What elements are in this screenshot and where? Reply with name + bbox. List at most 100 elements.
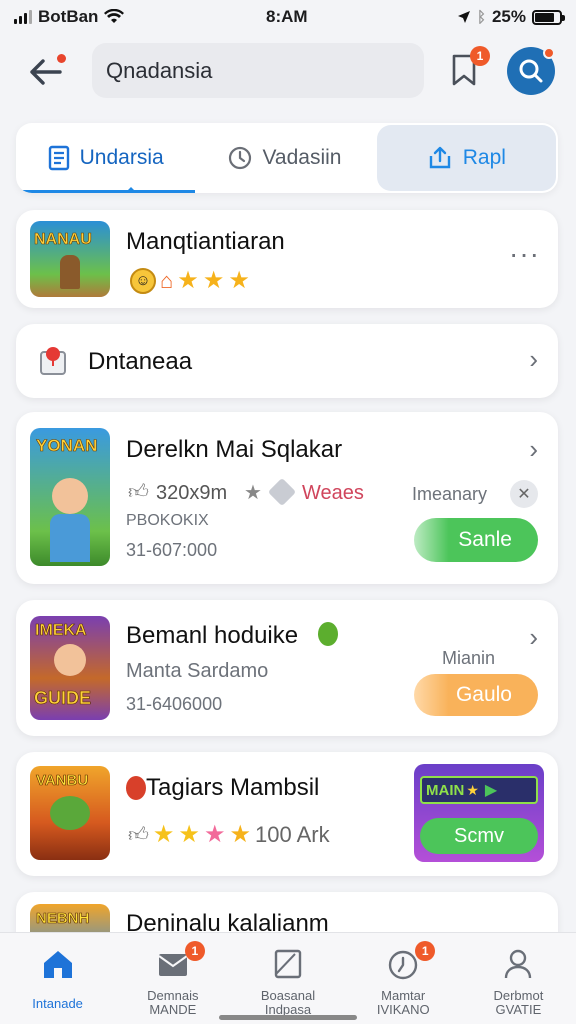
user-search-icon xyxy=(519,59,543,83)
app-card[interactable]: VANBU Tagiars Mambsil 👍︎ ★ ★ ★ ★ 100 Ark… xyxy=(16,752,558,876)
pin-icon xyxy=(40,347,66,375)
avatar-dot xyxy=(543,47,555,59)
home-icon xyxy=(41,945,75,983)
tab-undarsia[interactable]: Undarsia xyxy=(16,123,196,193)
thumbnail-figure xyxy=(52,478,88,514)
nav-label: Intanade xyxy=(32,996,83,1011)
thumbnail-figure-body xyxy=(50,514,90,562)
header: 1 xyxy=(0,40,576,102)
tab-rapl[interactable]: Rapl xyxy=(376,125,556,191)
thumbnail-title: IMEKA xyxy=(35,622,87,640)
star-icon: ★ xyxy=(203,821,226,848)
download-count: 31-6406000 xyxy=(126,694,223,714)
mail-icon: 1 xyxy=(157,941,205,983)
home-badge-icon: ⌂ xyxy=(160,267,174,293)
nav-label: Demnais MANDE xyxy=(147,988,199,1017)
promo-label: MAIN ★ ▶ xyxy=(420,776,538,804)
leaf-icon xyxy=(318,622,338,646)
document-icon xyxy=(48,145,69,171)
rating-row: ☺ ⌂ ★ ★ ★ xyxy=(130,266,250,295)
tab-vadasiin[interactable]: Vadasiin xyxy=(195,123,374,193)
bluetooth-icon: ᛒ xyxy=(476,8,486,26)
notification-dot xyxy=(57,54,66,63)
star-icon: ★ xyxy=(229,821,251,848)
side-label: Imeanary xyxy=(412,484,488,504)
user-icon xyxy=(503,945,533,983)
thumbs-up-icon: 👍︎ xyxy=(128,481,149,503)
location-icon xyxy=(457,11,470,23)
tab-label: Undarsia xyxy=(79,146,164,169)
clock-icon xyxy=(229,146,252,170)
thumbnail-title: NEBNH xyxy=(36,910,90,928)
tag-label: Weaes xyxy=(302,482,364,504)
nav-badge: 1 xyxy=(415,941,436,961)
smiley-icon: ☺ xyxy=(130,267,156,294)
status-bar: BotBan 8:AM ᛒ 25% xyxy=(0,0,576,34)
star-icon: ★ xyxy=(152,821,175,848)
wifi-icon xyxy=(104,9,125,23)
thumbnail-subtitle: GUIDE xyxy=(34,688,92,709)
chevron-right-icon: › xyxy=(529,622,538,652)
rating-text: 100 Ark xyxy=(254,821,330,847)
nav-item-timer[interactable]: 1 Mamtar IVIKANO xyxy=(346,933,461,1024)
promo-text: MAIN xyxy=(426,781,465,799)
avatar[interactable] xyxy=(507,47,555,95)
list-row[interactable]: Dntaneaa › xyxy=(16,324,558,398)
app-thumbnail: IMEKA GUIDE xyxy=(30,616,110,720)
bottom-nav: Intanade 1 Demnais MANDE Boasanal Indpas… xyxy=(0,932,576,1024)
nav-item-home[interactable]: Intanade xyxy=(0,933,115,1024)
side-label: Mianin xyxy=(442,648,496,668)
tab-label: Rapl xyxy=(462,146,506,169)
stats-text: 320x9m xyxy=(156,482,228,504)
thumbnail-title: YONAN xyxy=(36,436,98,456)
thumbnail-title: NANAU xyxy=(34,231,92,249)
star-icon: ★ xyxy=(466,781,479,798)
nav-item-window[interactable]: Boasanal Indpasa xyxy=(230,933,345,1024)
thumbnail-title: VANBU xyxy=(36,772,89,790)
star-icon: ★ xyxy=(177,267,199,294)
scmv-button[interactable]: Scmv xyxy=(420,818,538,854)
chevron-right-icon: › xyxy=(529,344,538,374)
search-input[interactable] xyxy=(92,43,424,98)
more-menu-button[interactable]: ··· xyxy=(509,238,540,270)
app-card[interactable]: IMEKA GUIDE Bemanl hoduike › Manta Sarda… xyxy=(16,600,558,736)
battery-icon xyxy=(532,9,565,25)
arrow-left-icon xyxy=(30,59,62,85)
chevron-right-icon: › xyxy=(529,434,538,464)
tab-bar: Undarsia Vadasiin Rapl xyxy=(16,123,558,193)
tag-icon xyxy=(267,477,297,507)
sanle-button[interactable]: Sanle xyxy=(414,518,538,562)
app-title: Derelkn Mai Sqlakar xyxy=(126,436,343,463)
gaulo-button[interactable]: Gaulo xyxy=(414,674,538,716)
carrier-label: BotBan xyxy=(38,7,99,26)
promo-banner[interactable]: MAIN ★ ▶ Scmv xyxy=(414,764,544,862)
nav-item-mail[interactable]: 1 Demnais MANDE xyxy=(115,933,230,1024)
thumbnail-figure xyxy=(54,644,86,676)
app-title: Tagiars Mambsil xyxy=(146,774,320,801)
tab-label: Vadasiin xyxy=(262,146,342,169)
app-card[interactable]: YONAN Derelkn Mai Sqlakar › 👍︎ 320x9m ★ … xyxy=(16,412,558,584)
app-card[interactable]: NANAU Manqtiantiaran ☺ ⌂ ★ ★ ★ ··· xyxy=(16,210,558,308)
thumbnail-figure xyxy=(60,255,80,289)
download-count: 31-607:000 xyxy=(126,540,218,560)
tools-icon: ✕ xyxy=(510,480,538,508)
nav-item-profile[interactable]: Derbmot GVATIE xyxy=(461,933,576,1024)
star-icon: ★ xyxy=(244,482,262,504)
thumbnail-figure xyxy=(50,796,90,830)
app-thumbnail: VANBU xyxy=(30,766,110,860)
bookmark-button[interactable]: 1 xyxy=(450,46,490,90)
app-thumbnail: YONAN xyxy=(30,428,110,566)
back-button[interactable] xyxy=(24,50,68,94)
home-indicator[interactable] xyxy=(219,1015,357,1020)
window-icon xyxy=(273,945,303,983)
rating-row: 👍︎ ★ ★ ★ ★ 100 Ark xyxy=(128,820,330,849)
signal-icon xyxy=(14,10,32,24)
nav-label: Mamtar IVIKANO xyxy=(376,988,430,1017)
thumbs-up-icon: 👍︎ xyxy=(128,823,149,846)
clock-time: 8:AM xyxy=(266,7,308,26)
star-icon: ★ xyxy=(228,267,250,294)
app-title: Manqtiantiaran xyxy=(126,228,285,255)
app-thumbnail: NANAU xyxy=(30,221,110,297)
battery-percent: 25% xyxy=(491,7,526,26)
nav-badge: 1 xyxy=(184,941,205,961)
